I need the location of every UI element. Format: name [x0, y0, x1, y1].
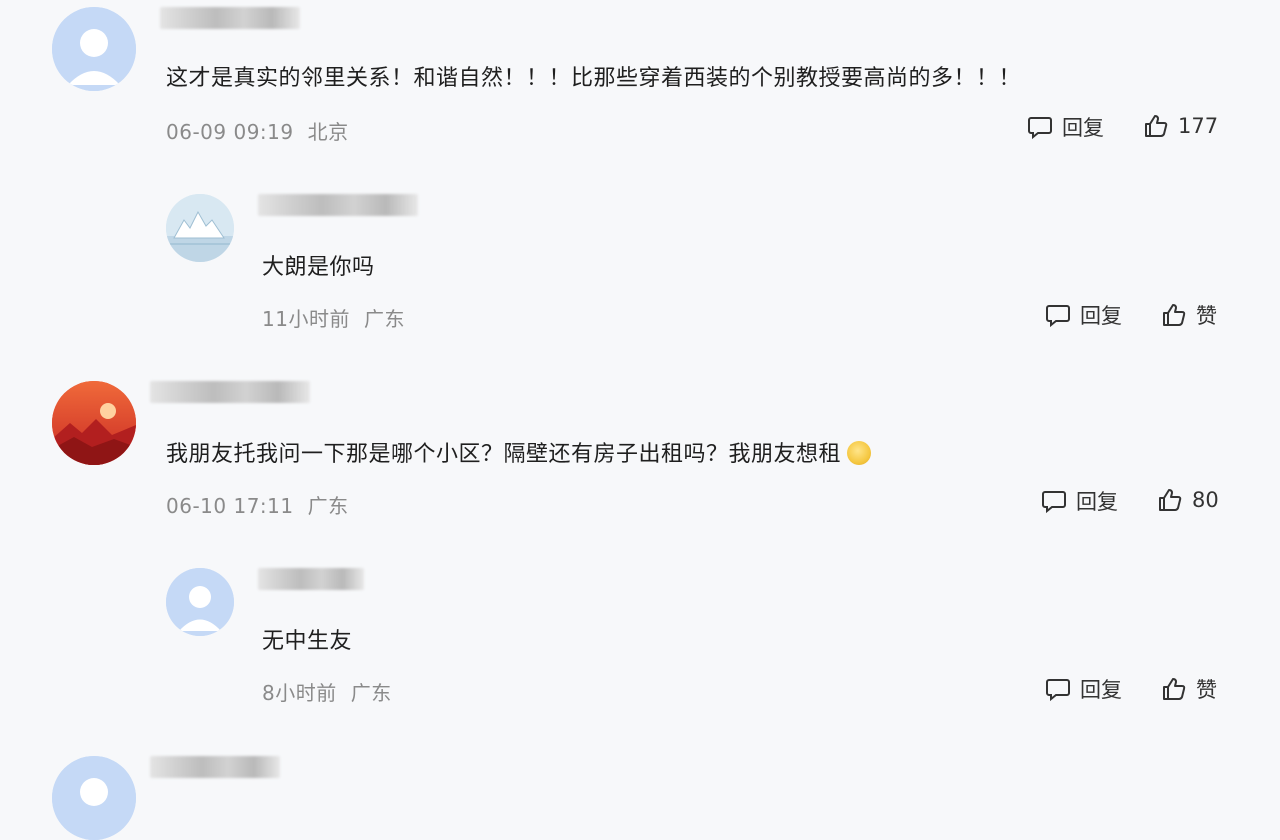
like-label: 赞 [1196, 304, 1217, 328]
comment-item: 这才是真实的邻里关系！和谐自然！！！比那些穿着西装的个别教授要高尚的多！！！ 0… [0, 0, 1280, 160]
like-button[interactable]: 177 [1142, 112, 1218, 140]
comment-text: 这才是真实的邻里关系！和谐自然！！！比那些穿着西装的个别教授要高尚的多！！！ [166, 66, 1022, 91]
comment-item: 我朋友托我问一下那是哪个小区？隔壁还有房子出租吗？我朋友想租 06-10 17:… [0, 370, 1280, 540]
thumbs-up-icon [1159, 489, 1182, 511]
comment-text: 无中生友 [262, 629, 353, 654]
like-button[interactable]: 赞 [1160, 300, 1217, 330]
comment-meta: 11小时前 广东 [262, 303, 405, 332]
reply-button[interactable]: 回复 [1040, 486, 1118, 516]
username-blurred[interactable] [150, 756, 280, 778]
comment-time: 11小时前 [262, 307, 350, 331]
comment-location: 广东 [350, 681, 392, 705]
default-avatar-icon [166, 568, 234, 636]
avatar[interactable] [52, 381, 136, 465]
thumbs-up-icon [1145, 115, 1168, 137]
avatar[interactable] [52, 7, 136, 91]
avatar[interactable] [166, 568, 234, 636]
reply-label: 回复 [1062, 116, 1104, 140]
reply-button[interactable]: 回复 [1044, 674, 1122, 704]
avatar[interactable] [52, 756, 136, 840]
username-blurred[interactable] [160, 7, 300, 29]
comment-text: 大朗是你吗 [262, 255, 375, 280]
comment-bubble-icon [1042, 491, 1066, 514]
comment-bubble-icon [1046, 305, 1070, 328]
comment-text: 我朋友托我问一下那是哪个小区？隔壁还有房子出租吗？我朋友想租 [166, 436, 872, 468]
smiley-emoji-icon [847, 441, 872, 465]
comment-meta: 06-09 09:19 北京 [166, 116, 349, 145]
comment-meta: 8小时前 广东 [262, 677, 392, 706]
reply-label: 回复 [1080, 304, 1122, 328]
sunset-avatar-image [52, 381, 136, 465]
reply-label: 回复 [1080, 678, 1122, 702]
comment-item-partial [0, 750, 1280, 840]
comment-bubble-icon [1046, 679, 1070, 702]
comment-time: 8小时前 [262, 681, 337, 705]
like-button[interactable]: 赞 [1160, 674, 1217, 704]
thumbs-up-icon [1163, 678, 1186, 700]
like-button[interactable]: 80 [1156, 486, 1219, 514]
comment-location: 北京 [307, 120, 349, 144]
like-count: 80 [1192, 488, 1219, 512]
default-avatar-icon [52, 7, 136, 91]
like-count: 177 [1178, 114, 1219, 138]
like-label: 赞 [1196, 678, 1217, 702]
thumbs-up-icon [1163, 304, 1186, 326]
reply-button[interactable]: 回复 [1044, 300, 1122, 330]
reply-item: 大朗是你吗 11小时前 广东 回复 赞 [0, 180, 1280, 350]
comment-meta: 06-10 17:11 广东 [166, 490, 349, 519]
reply-button[interactable]: 回复 [1026, 112, 1104, 142]
username-blurred[interactable] [150, 381, 310, 403]
comment-time: 06-09 09:19 [166, 120, 294, 144]
avatar[interactable] [166, 194, 234, 262]
iceberg-avatar-image [166, 194, 234, 262]
comment-bubble-icon [1028, 117, 1052, 140]
comment-text-body: 我朋友托我问一下那是哪个小区？隔壁还有房子出租吗？我朋友想租 [166, 442, 842, 467]
comment-location: 广东 [307, 494, 349, 518]
username-blurred[interactable] [258, 568, 364, 590]
reply-label: 回复 [1076, 490, 1118, 514]
reply-item: 无中生友 8小时前 广东 回复 赞 [0, 560, 1280, 730]
username-blurred[interactable] [258, 194, 418, 216]
comment-location: 广东 [363, 307, 405, 331]
default-avatar-icon [52, 756, 136, 840]
comment-time: 06-10 17:11 [166, 494, 294, 518]
